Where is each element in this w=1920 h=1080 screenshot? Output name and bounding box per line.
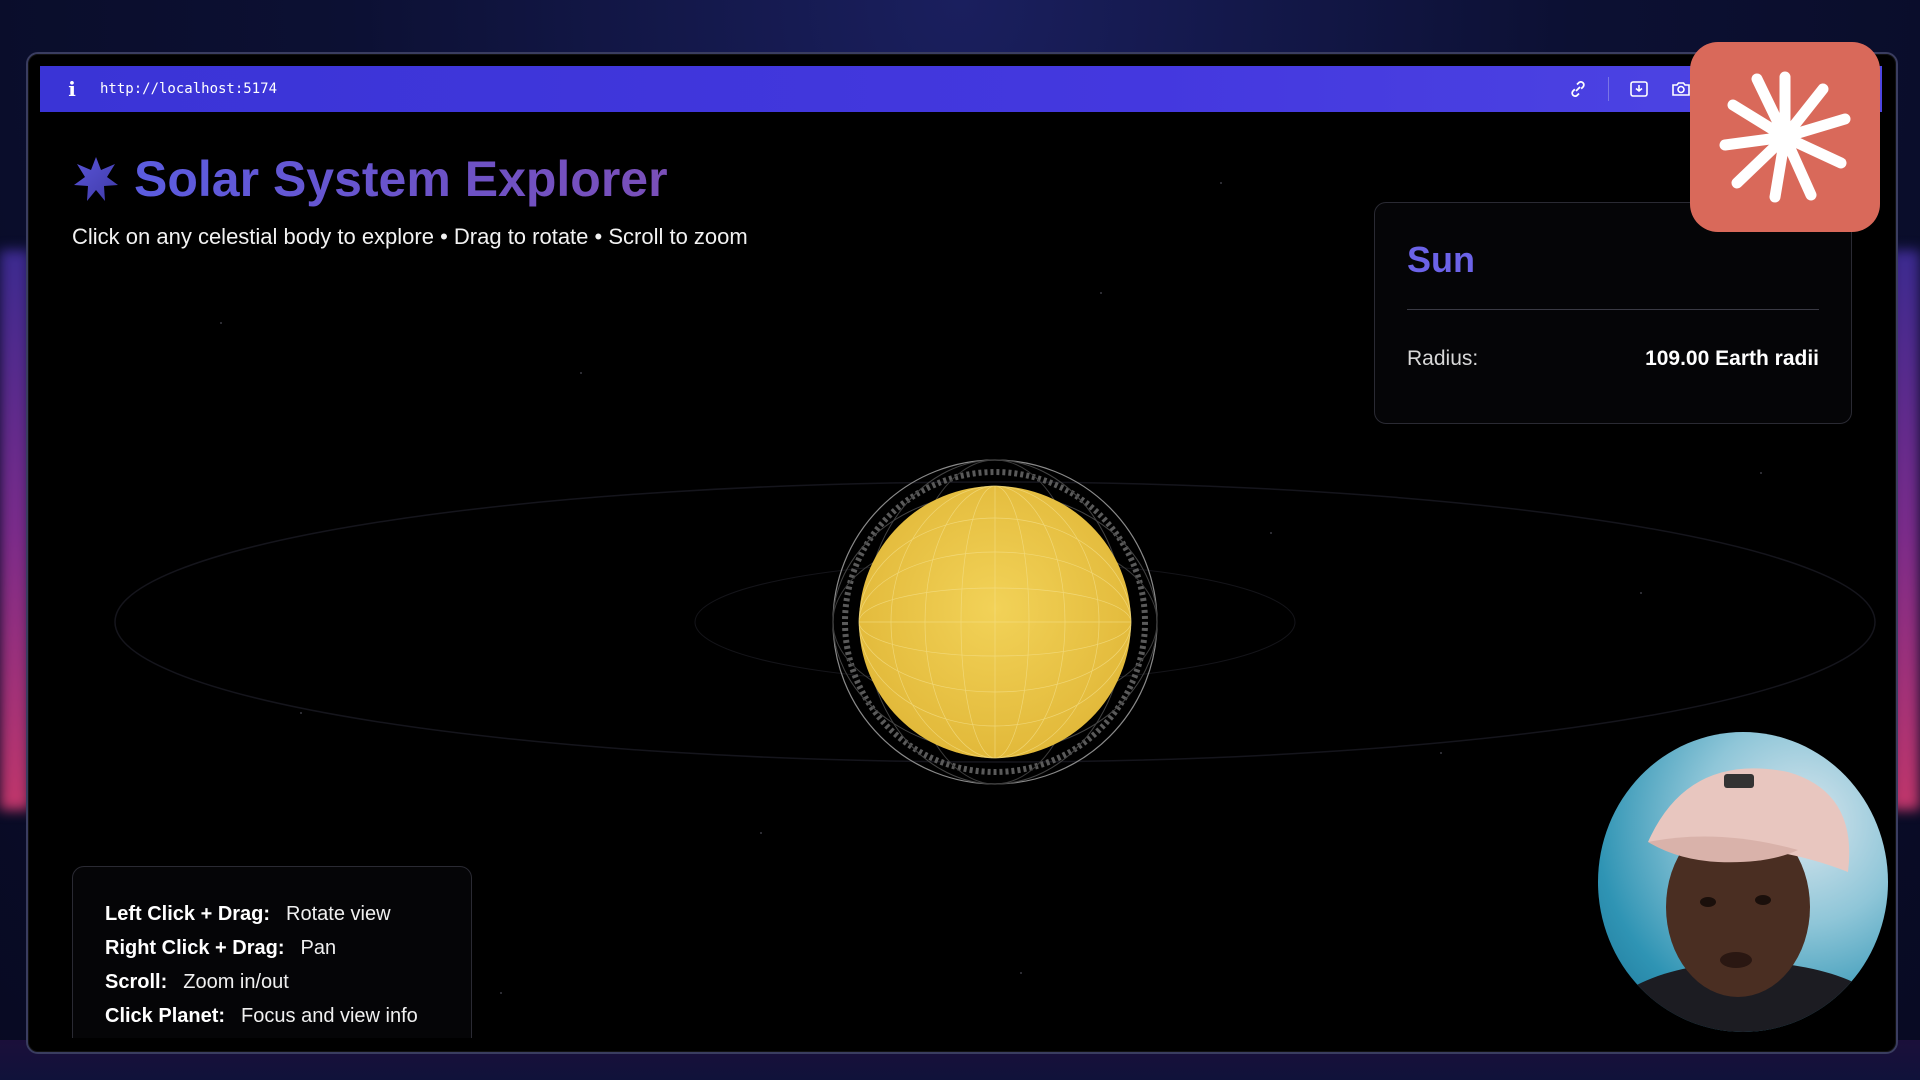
screenshot-region-icon[interactable] xyxy=(1627,77,1651,101)
url-bar[interactable]: i http://localhost:5174 xyxy=(40,66,1882,112)
header: Solar System Explorer xyxy=(72,150,668,208)
control-action: Pan xyxy=(300,937,337,959)
control-row: Left Click + Drag: Rotate view xyxy=(105,903,391,926)
control-action: Rotate view xyxy=(286,903,391,925)
page-title: Solar System Explorer xyxy=(134,151,668,207)
presenter-avatar xyxy=(1598,768,1888,1032)
info-value-radius: 109.00 Earth radii xyxy=(1645,347,1819,370)
claude-logo xyxy=(1690,42,1880,232)
control-row: Right Click + Drag: Pan xyxy=(105,937,336,960)
info-divider xyxy=(1407,309,1819,310)
info-panel: Sun Radius: 109.00 Earth radii xyxy=(1374,202,1852,424)
toolbar-separator xyxy=(1608,77,1609,101)
star-icon xyxy=(74,157,118,201)
info-label-radius: Radius: xyxy=(1407,347,1479,370)
control-action: Zoom in/out xyxy=(183,971,289,993)
controls-help: Left Click + Drag: Rotate view Right Clic… xyxy=(72,866,472,1038)
sun-body[interactable] xyxy=(830,457,1160,787)
link-icon[interactable] xyxy=(1566,77,1590,101)
body-name: Sun xyxy=(1407,239,1475,280)
control-key: Click Planet: xyxy=(105,1005,226,1027)
control-row: Click Planet: Focus and view info xyxy=(105,1005,418,1028)
control-key: Left Click + Drag: xyxy=(105,903,271,925)
info-icon[interactable]: i xyxy=(62,77,82,101)
control-key: Scroll: xyxy=(105,971,168,993)
control-row: Scroll: Zoom in/out xyxy=(105,971,289,994)
control-key: Right Click + Drag: xyxy=(105,937,285,959)
url-text[interactable]: http://localhost:5174 xyxy=(100,81,277,97)
page-subtitle: Click on any celestial body to explore •… xyxy=(72,224,748,249)
webcam-overlay xyxy=(1598,732,1888,1032)
sparkle-logo-icon xyxy=(1719,71,1851,203)
control-action: Focus and view info xyxy=(241,1005,418,1027)
